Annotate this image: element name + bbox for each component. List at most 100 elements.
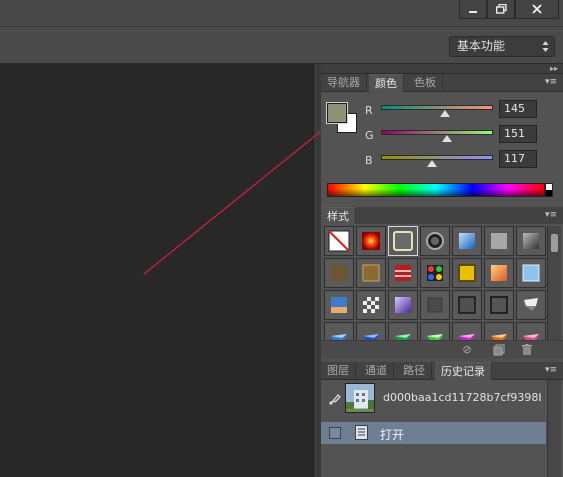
tab-history-label: 历史记录 (441, 365, 485, 378)
channel-value-g[interactable]: 151 (499, 125, 537, 143)
panel-menu-icon[interactable]: ▾≡ (545, 364, 559, 376)
history-panel: d000baa1cd11728b7cf9398b... 打开 (321, 380, 563, 477)
slider-thumb-icon[interactable] (440, 110, 450, 117)
close-button[interactable] (515, 0, 559, 19)
foreground-color-swatch[interactable] (326, 102, 348, 124)
style-swatch-blue-glass[interactable] (452, 226, 482, 256)
document-canvas[interactable] (0, 64, 313, 477)
tab-swatches-label: 色板 (414, 76, 436, 89)
minimize-button[interactable] (459, 0, 487, 19)
style-swatch-white-flag[interactable] (516, 290, 546, 320)
tab-history[interactable]: 历史记录 (435, 362, 492, 380)
white-flag-icon (524, 298, 538, 311)
style-swatch-orange-gradient[interactable] (484, 258, 514, 288)
tab-layers-label: 图层 (327, 364, 349, 377)
minimize-icon (469, 11, 477, 13)
styles-scrollbar[interactable] (547, 226, 561, 340)
red-stripes-icon (395, 265, 411, 281)
channel-label-b: B (365, 154, 373, 167)
window-controls (459, 0, 559, 19)
blue-glass-icon (459, 233, 475, 249)
panel-menu-icon[interactable]: ▾≡ (545, 209, 559, 221)
style-swatch-light-blue[interactable] (516, 258, 546, 288)
channel-slider-b[interactable] (381, 155, 493, 160)
tab-styles-label: 样式 (327, 210, 349, 223)
history-brush-icon[interactable] (328, 392, 342, 406)
dock-collapse-bar[interactable]: ▸▸ (321, 64, 563, 74)
style-swatch-dark-outline-2[interactable] (484, 290, 514, 320)
updown-arrows-icon (542, 41, 549, 52)
dark-outline-2-icon (490, 296, 508, 314)
style-swatch-purple-glass[interactable] (388, 290, 418, 320)
sky-scene-icon (331, 297, 347, 313)
style-swatch-black-ring[interactable] (420, 226, 450, 256)
outline-gray-icon (393, 231, 413, 251)
rainbow-dots-icon (427, 265, 443, 281)
history-snapshot[interactable]: d000baa1cd11728b7cf9398b... (321, 380, 546, 418)
restore-button[interactable] (487, 0, 515, 19)
orange-gradient-icon (491, 265, 507, 281)
snapshot-name: d000baa1cd11728b7cf9398b... (383, 391, 541, 404)
workspace-select-value: 基本功能 (457, 39, 506, 53)
canvas-scroll-edge (313, 64, 321, 477)
black-sample[interactable] (546, 190, 552, 196)
style-swatch-brown-flat[interactable] (324, 258, 354, 288)
tab-color-label: 颜色 (375, 77, 397, 90)
style-swatch-gray-flat[interactable] (484, 226, 514, 256)
brown-flat-icon (331, 265, 347, 281)
color-spectrum-bar[interactable] (327, 183, 545, 197)
close-icon (532, 4, 542, 14)
tab-navigator-label: 导航器 (327, 76, 360, 89)
tab-styles[interactable]: 样式 (321, 207, 356, 225)
collapse-chevron-icon: ▸▸ (549, 64, 558, 73)
styles-footer: ⊘ (321, 340, 563, 358)
dark-gray-icon (523, 233, 539, 249)
channel-slider-g[interactable] (381, 130, 493, 135)
title-bar (0, 0, 563, 26)
style-swatch-dark-outline[interactable] (452, 290, 482, 320)
brown-bevel-icon (362, 264, 380, 282)
tab-layers[interactable]: 图层 (321, 362, 356, 380)
options-bar: 基本功能 (0, 26, 563, 64)
style-swatch-checker-pattern[interactable] (356, 290, 386, 320)
style-swatch-red-burst[interactable] (356, 226, 386, 256)
style-swatch-outline-gray[interactable] (388, 226, 418, 256)
slider-thumb-icon[interactable] (442, 135, 452, 142)
clear-style-icon[interactable]: ⊘ (460, 344, 474, 356)
style-swatch-yellow-bevel[interactable] (452, 258, 482, 288)
app-window: 基本功能 ▸▸ 导航器 颜色 色板 ▾≡ R 145 G 151 B 117 样… (0, 0, 563, 477)
style-swatch-rainbow-dots[interactable] (420, 258, 450, 288)
black-white-swatch[interactable] (545, 183, 553, 197)
checker-pattern-icon (363, 297, 379, 313)
style-swatch-dark-square[interactable] (420, 290, 450, 320)
channel-slider-r[interactable] (381, 105, 493, 110)
slider-thumb-icon[interactable] (427, 160, 437, 167)
red-burst-icon (362, 232, 380, 250)
new-style-icon[interactable] (492, 344, 506, 356)
building-photo-icon (346, 384, 374, 412)
channel-value-b[interactable]: 117 (499, 150, 537, 168)
tab-paths[interactable]: 路径 (397, 362, 432, 380)
style-swatch-dark-gray[interactable] (516, 226, 546, 256)
style-swatch-sky-scene[interactable] (324, 290, 354, 320)
history-state-row[interactable]: 打开 (321, 422, 546, 444)
tab-channels[interactable]: 通道 (359, 362, 394, 380)
panel-menu-icon[interactable]: ▾≡ (545, 76, 559, 88)
style-swatch-none[interactable] (324, 226, 354, 256)
tab-color[interactable]: 颜色 (369, 74, 404, 92)
workspace-select[interactable]: 基本功能 (449, 36, 555, 57)
panel-dock: ▸▸ 导航器 颜色 色板 ▾≡ R 145 G 151 B 117 样式 ▾≡ (321, 64, 563, 477)
tab-navigator[interactable]: 导航器 (321, 74, 367, 92)
style-swatch-red-stripes[interactable] (388, 258, 418, 288)
channel-value-r[interactable]: 145 (499, 100, 537, 118)
styles-panel-tabs: 样式 ▾≡ (321, 207, 563, 225)
channel-label-r: R (365, 104, 373, 117)
scrollbar-thumb[interactable] (551, 234, 558, 252)
history-scrollbar[interactable] (547, 380, 561, 477)
document-icon (355, 425, 368, 440)
tab-swatches[interactable]: 色板 (408, 74, 443, 92)
purple-glass-icon (395, 297, 411, 313)
style-swatch-brown-bevel[interactable] (356, 258, 386, 288)
history-source-checkbox[interactable] (329, 427, 341, 439)
delete-style-icon[interactable] (520, 344, 534, 356)
